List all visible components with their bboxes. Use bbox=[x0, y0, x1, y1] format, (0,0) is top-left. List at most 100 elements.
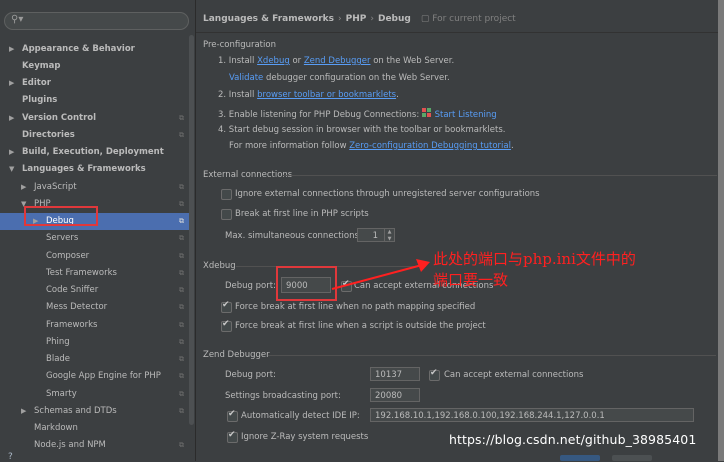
sidebar-item-editor[interactable]: ▶ Editor bbox=[0, 75, 190, 92]
break-first-line-label: Break at first line in PHP scripts bbox=[235, 209, 369, 219]
max-connections-value: 1 bbox=[372, 231, 378, 241]
chevron-right-icon[interactable]: ▶ bbox=[21, 179, 26, 196]
step1-prefix: 1. Install bbox=[218, 56, 255, 66]
sidebar-item-test-frameworks[interactable]: Test Frameworks ⧉ bbox=[0, 265, 190, 282]
sidebar-item-directories[interactable]: Directories ⧉ bbox=[0, 127, 190, 144]
xdebug-link[interactable]: Xdebug bbox=[257, 56, 290, 66]
settings-search-input[interactable]: ⚲▾ bbox=[4, 12, 189, 30]
sidebar-item-label: Servers bbox=[46, 233, 79, 243]
xdebug-title: Xdebug bbox=[203, 261, 236, 271]
sidebar-scrollbar[interactable] bbox=[189, 35, 194, 425]
project-scope-icon: ⧉ bbox=[179, 183, 184, 191]
window-edge bbox=[718, 0, 724, 461]
sidebar-item-label: Frameworks bbox=[46, 320, 98, 330]
sidebar-item-label: Composer bbox=[46, 251, 90, 261]
sidebar-item-build-execution-deployment[interactable]: ▶ Build, Execution, Deployment bbox=[0, 144, 190, 161]
phone-listening-icon bbox=[421, 108, 431, 117]
sidebar-item-smarty[interactable]: Smarty ⧉ bbox=[0, 386, 190, 403]
force-break-nomap-label: Force break at first line when no path m… bbox=[235, 302, 476, 312]
sidebar-item-label: Smarty bbox=[46, 389, 77, 399]
step3-prefix: 3. Enable listening for PHP Debug Connec… bbox=[218, 110, 420, 120]
annotation-arrow bbox=[331, 259, 430, 290]
step1-suffix: on the Web Server. bbox=[373, 56, 455, 66]
sidebar-item-node-js-and-npm[interactable]: Node.js and NPM ⧉ bbox=[0, 437, 190, 454]
project-scope-icon: ⧉ bbox=[179, 269, 184, 277]
project-scope-icon: ⧉ bbox=[179, 338, 184, 346]
sidebar-item-blade[interactable]: Blade ⧉ bbox=[0, 351, 190, 368]
project-scope-icon: ⧉ bbox=[179, 321, 184, 329]
project-scope-label: For current project bbox=[432, 14, 516, 24]
project-scope-icon: ⧉ bbox=[179, 217, 184, 225]
sidebar-item-composer[interactable]: Composer ⧉ bbox=[0, 248, 190, 265]
zend-debugger-link[interactable]: Zend Debugger bbox=[304, 56, 371, 66]
project-scope-icon: ⧉ bbox=[179, 252, 184, 260]
start-listening-link[interactable]: Start Listening bbox=[435, 110, 497, 120]
sidebar-item-markdown[interactable]: Markdown bbox=[0, 420, 190, 437]
sidebar-item-label: Plugins bbox=[22, 95, 58, 105]
spinner-arrows-icon[interactable]: ▲ ▼ bbox=[384, 229, 394, 241]
more-prefix: For more information follow bbox=[229, 141, 347, 151]
settings-sidebar: ⚲▾ ▶ Appearance & Behavior Keymap ▶ Editor Pl… bbox=[0, 0, 196, 462]
external-divider bbox=[283, 175, 717, 176]
force-break-nomap-checkbox[interactable] bbox=[221, 300, 232, 313]
breadcrumb-php: PHP bbox=[345, 14, 367, 24]
project-icon: ▢ bbox=[420, 14, 433, 24]
chevron-down-icon[interactable]: ▼ bbox=[9, 161, 14, 178]
sidebar-item-plugins[interactable]: Plugins bbox=[0, 92, 190, 109]
zend-accept-external-label: Can accept external connections bbox=[444, 370, 584, 380]
step1-or: or bbox=[292, 56, 302, 66]
chevron-right-icon[interactable]: ▶ bbox=[21, 403, 26, 420]
port-highlight-box bbox=[276, 266, 337, 301]
preconfig-more: For more information follow Zero-configu… bbox=[229, 141, 514, 151]
force-break-outside-checkbox[interactable] bbox=[221, 319, 232, 332]
browser-toolbar-link[interactable]: browser toolbar or bookmarklets bbox=[257, 90, 396, 100]
zend-accept-external-checkbox[interactable] bbox=[429, 368, 440, 381]
sidebar-item-version-control[interactable]: ▶ Version Control ⧉ bbox=[0, 110, 190, 127]
ignore-external-checkbox[interactable] bbox=[221, 189, 232, 200]
sidebar-item-label: Google App Engine for PHP bbox=[46, 371, 161, 381]
annotation-line1: 此处的端口与php.ini文件中的 bbox=[433, 250, 636, 268]
broadcast-port-input[interactable]: 20080 bbox=[370, 388, 420, 402]
chevron-right-icon[interactable]: ▶ bbox=[9, 110, 14, 127]
zend-port-input[interactable]: 10137 bbox=[370, 367, 420, 381]
max-connections-spinner[interactable]: 1 ▲ ▼ bbox=[357, 228, 395, 242]
project-scope-icon: ⧉ bbox=[179, 114, 184, 122]
validate-link[interactable]: Validate bbox=[229, 73, 263, 83]
sidebar-item-servers[interactable]: Servers ⧉ bbox=[0, 230, 190, 247]
sidebar-item-appearance-behavior[interactable]: ▶ Appearance & Behavior bbox=[0, 41, 190, 58]
breadcrumb: Languages & Frameworks › PHP › Debug ▢ For cu… bbox=[203, 14, 516, 24]
header-divider bbox=[196, 32, 724, 33]
sidebar-item-label: Languages & Frameworks bbox=[22, 164, 146, 174]
sidebar-item-frameworks[interactable]: Frameworks ⧉ bbox=[0, 317, 190, 334]
zero-config-tutorial-link[interactable]: Zero-configuration Debugging tutorial bbox=[349, 141, 511, 151]
ignore-zray-checkbox[interactable] bbox=[227, 430, 238, 443]
sidebar-item-code-sniffer[interactable]: Code Sniffer ⧉ bbox=[0, 282, 190, 299]
breadcrumb-debug: Debug bbox=[377, 14, 411, 24]
chevron-right-icon[interactable]: ▶ bbox=[9, 75, 14, 92]
sidebar-item-phing[interactable]: Phing ⧉ bbox=[0, 334, 190, 351]
ok-button[interactable] bbox=[560, 455, 600, 461]
xdebug-port-label: Debug port: bbox=[225, 281, 276, 291]
sidebar-item-mess-detector[interactable]: Mess Detector ⧉ bbox=[0, 299, 190, 316]
sidebar-item-label: Blade bbox=[46, 354, 71, 364]
sidebar-item-javascript[interactable]: ▶ JavaScript ⧉ bbox=[0, 179, 190, 196]
sidebar-item-google-app-engine-for-php[interactable]: Google App Engine for PHP ⧉ bbox=[0, 368, 190, 385]
break-first-line-checkbox[interactable] bbox=[221, 209, 232, 220]
preconfig-step4: 4. Start debug session in browser with t… bbox=[218, 125, 506, 135]
settings-content: Languages & Frameworks › PHP › Debug ▢ For cu… bbox=[196, 0, 724, 461]
external-connections-title: External connections bbox=[203, 170, 293, 180]
chevron-right-icon[interactable]: ▶ bbox=[9, 41, 14, 58]
sidebar-item-label: Markdown bbox=[34, 423, 78, 433]
auto-detect-ip-checkbox[interactable] bbox=[227, 409, 238, 422]
broadcast-port-label: Settings broadcasting port: bbox=[225, 391, 341, 401]
sidebar-item-languages-frameworks[interactable]: ▼ Languages & Frameworks bbox=[0, 161, 190, 178]
search-icon: ⚲▾ bbox=[11, 14, 24, 25]
chevron-right-icon[interactable]: ▶ bbox=[9, 144, 14, 161]
preconfig-step2: 2. Install browser toolbar or bookmarkle… bbox=[218, 90, 399, 100]
ide-ip-input[interactable]: 192.168.10.1,192.168.0.100,192.168.244.1… bbox=[370, 408, 694, 422]
sidebar-item-schemas-and-dtds[interactable]: ▶ Schemas and DTDs ⧉ bbox=[0, 403, 190, 420]
annotation-line2: 端口要一致 bbox=[433, 271, 509, 289]
preconfig-validate: Validate debugger configuration on the W… bbox=[229, 73, 450, 83]
cancel-button[interactable] bbox=[612, 455, 652, 461]
sidebar-item-keymap[interactable]: Keymap bbox=[0, 58, 190, 75]
